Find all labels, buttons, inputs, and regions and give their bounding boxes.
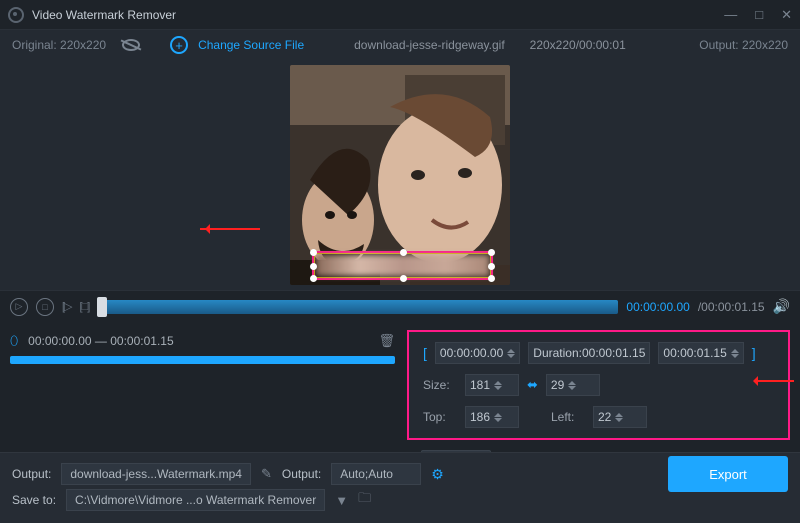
save-path-dropdown[interactable]: ▼: [335, 493, 348, 508]
blur-overlay: [316, 255, 489, 276]
duration-field: Duration:00:00:01.15: [528, 342, 650, 364]
resize-handle-bl[interactable]: [310, 275, 317, 282]
segment-track[interactable]: [10, 356, 395, 364]
resize-handle-mr[interactable]: [488, 263, 495, 270]
source-filename: download-jesse-ridgeway.gif: [354, 38, 505, 52]
timeline-fill: [97, 300, 618, 314]
edit-output-button[interactable]: ✎: [261, 466, 272, 482]
spin-down[interactable]: [507, 354, 515, 362]
spin-up[interactable]: [507, 345, 515, 353]
app-logo-icon: [8, 7, 24, 23]
time-in-field[interactable]: 00:00:00.00: [435, 342, 520, 364]
position-row: Top: 186 Left: 22: [423, 406, 774, 428]
left-label: Left:: [551, 410, 585, 424]
left-field[interactable]: 22: [593, 406, 647, 428]
top-field[interactable]: 186: [465, 406, 519, 428]
spin-down[interactable]: [494, 418, 502, 426]
save-path-field: C:\Vidmore\Vidmore ...o Watermark Remove…: [66, 489, 325, 511]
output-label: Output:: [12, 467, 51, 481]
height-field[interactable]: 29: [546, 374, 600, 396]
annotation-arrow-left: [200, 228, 260, 230]
title-bar: Video Watermark Remover — □ ✕: [0, 0, 800, 30]
playbar: ▷ □ [▷ [□] 00:00:00.00 /00:00:01.15 🔊: [0, 290, 800, 322]
output-format-label: Output:: [282, 467, 321, 481]
time-row: [ 00:00:00.00 Duration:00:00:01.15 00:00…: [423, 342, 774, 364]
resize-handle-bc[interactable]: [400, 275, 407, 282]
resize-handle-tl[interactable]: [310, 249, 317, 256]
timecode-duration: /00:00:01.15: [698, 300, 765, 314]
size-row: Size: 181 ⬌ 29: [423, 374, 774, 396]
spin-up[interactable]: [494, 409, 502, 417]
spin-down[interactable]: [615, 418, 623, 426]
play-button[interactable]: ▷: [10, 298, 28, 316]
preview-pane: [0, 60, 800, 290]
app-title: Video Watermark Remover: [32, 8, 706, 22]
save-to-label: Save to:: [12, 493, 56, 507]
bracket-out-icon[interactable]: ]: [752, 345, 756, 361]
segment-header: ⬯ 00:00:00.00 — 00:00:01.15 🗑: [10, 330, 395, 352]
spin-down[interactable]: [568, 386, 576, 394]
volume-icon[interactable]: 🔊: [773, 298, 790, 315]
bracket-in-icon[interactable]: [: [423, 345, 427, 361]
spin-up[interactable]: [615, 409, 623, 417]
stop-button[interactable]: □: [36, 298, 54, 316]
spin-down[interactable]: [494, 386, 502, 394]
change-source-button[interactable]: Change Source File: [198, 38, 304, 52]
segment-range: 00:00:00.00 — 00:00:01.15: [28, 334, 173, 348]
spin-up[interactable]: [568, 377, 576, 385]
source-file-info: 220x220/00:00:01: [530, 38, 626, 52]
frame-fwd-button[interactable]: [□]: [80, 301, 90, 313]
resize-handle-tc[interactable]: [400, 249, 407, 256]
timecode-current: 00:00:00.00: [626, 300, 689, 314]
output-row: Output: download-jess...Watermark.mp4 ✎ …: [12, 461, 788, 487]
video-frame[interactable]: [290, 65, 510, 285]
footer: Output: download-jess...Watermark.mp4 ✎ …: [0, 452, 800, 523]
output-format-field: Auto;Auto: [331, 463, 421, 485]
watermark-area-icon: ⬯: [10, 333, 18, 349]
delete-segment-button[interactable]: 🗑: [378, 333, 395, 349]
original-size-label: Original: 220x220: [12, 38, 106, 52]
watermark-selection-box[interactable]: [312, 251, 493, 280]
output-file-field: download-jess...Watermark.mp4: [61, 463, 251, 485]
export-button[interactable]: Export: [668, 456, 788, 492]
plus-circle-icon: +: [170, 36, 188, 54]
link-aspect-icon[interactable]: ⬌: [527, 377, 538, 393]
size-label: Size:: [423, 378, 457, 392]
preview-toggle-icon[interactable]: [122, 39, 140, 51]
spin-down[interactable]: [731, 354, 739, 362]
timeline-thumb[interactable]: [97, 297, 107, 317]
close-button[interactable]: ✕: [781, 7, 792, 23]
info-bar: Original: 220x220 + Change Source File d…: [0, 30, 800, 60]
settings-button[interactable]: ⚙: [431, 466, 444, 483]
resize-handle-tr[interactable]: [488, 249, 495, 256]
open-folder-button[interactable]: 🗀: [358, 489, 371, 511]
frame-back-button[interactable]: [▷: [62, 300, 72, 313]
time-out-field[interactable]: 00:00:01.15: [658, 342, 743, 364]
top-label: Top:: [423, 410, 457, 424]
params-box: [ 00:00:00.00 Duration:00:00:01.15 00:00…: [407, 330, 790, 440]
spin-up[interactable]: [731, 345, 739, 353]
minimize-button[interactable]: —: [724, 7, 737, 22]
output-size-label: Output: 220x220: [699, 38, 788, 52]
resize-handle-ml[interactable]: [310, 263, 317, 270]
spin-up[interactable]: [494, 377, 502, 385]
maximize-button[interactable]: □: [755, 7, 763, 22]
width-field[interactable]: 181: [465, 374, 519, 396]
resize-handle-br[interactable]: [488, 275, 495, 282]
timeline-track[interactable]: [97, 300, 618, 314]
